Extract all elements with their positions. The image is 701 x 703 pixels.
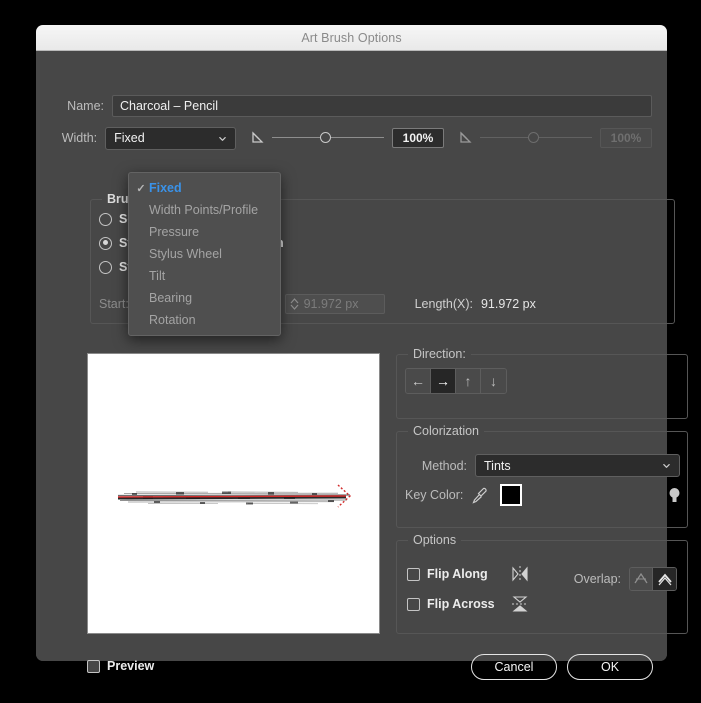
arrow-up-icon: ↑ <box>464 373 472 389</box>
width-min-slider[interactable] <box>272 131 384 145</box>
start-label: Start: <box>99 297 129 311</box>
direction-title: Direction: <box>408 347 471 361</box>
colorization-method-select[interactable]: Tints <box>475 454 680 477</box>
overlap-row: Overlap: <box>574 567 677 591</box>
preview-label: Preview <box>107 659 155 673</box>
end-stepper: 91.972 px <box>284 294 385 314</box>
direction-buttons: ← → ↑ ↓ <box>405 368 507 394</box>
menu-item-label: Bearing <box>149 291 193 305</box>
menu-item-width-points-profile[interactable]: Width Points/Profile <box>129 199 280 221</box>
direction-left-button[interactable]: ← <box>406 369 431 393</box>
overlap-no-adjust-button[interactable] <box>630 568 653 590</box>
flip-along-icon <box>512 566 528 582</box>
overlap-buttons <box>629 567 677 591</box>
checkmark-icon: ✓ <box>136 182 146 195</box>
lightbulb-tip-icon[interactable] <box>668 486 681 505</box>
stepper-arrows-icon <box>290 298 299 310</box>
length-label: Length(X): <box>414 297 473 311</box>
direction-right-button[interactable]: → <box>431 369 456 393</box>
width-min-value[interactable]: 100% <box>392 128 444 148</box>
width-label: Width: <box>61 131 98 145</box>
menu-item-label: Rotation <box>149 313 196 327</box>
arrow-left-icon: ← <box>411 373 425 389</box>
method-label: Method: <box>421 458 467 473</box>
name-row: Name: <box>52 95 652 117</box>
flip-along-row[interactable]: Flip Along <box>407 565 531 583</box>
colorization-title: Colorization <box>408 424 485 438</box>
dialog-titlebar: Art Brush Options <box>36 25 667 51</box>
stylus-max-icon <box>460 130 472 143</box>
options-group: Options Flip Along Flip Across Overlap: <box>396 533 688 634</box>
slider-knob[interactable] <box>320 132 331 143</box>
key-color-row: Key Color: <box>405 484 681 506</box>
slider-knob <box>528 132 539 143</box>
menu-item-tilt[interactable]: Tilt <box>129 265 280 287</box>
menu-item-bearing[interactable]: Bearing <box>129 287 280 309</box>
length-value: 91.972 px <box>480 297 536 311</box>
flip-along-label: Flip Along <box>427 567 488 581</box>
dialog-footer-buttons: Cancel OK <box>471 654 653 680</box>
width-type-dropdown-menu: ✓ Fixed Width Points/Profile Pressure St… <box>128 172 281 336</box>
overlap-flat-icon <box>634 572 648 584</box>
menu-item-pressure[interactable]: Pressure <box>129 221 280 243</box>
width-type-value: Fixed <box>114 131 145 145</box>
chevron-down-icon <box>663 464 670 468</box>
options-title: Options <box>408 533 462 547</box>
width-row: Width: Fixed 100% 100% <box>52 126 652 150</box>
stylus-min-icon <box>252 130 264 143</box>
flip-controls: Flip Along Flip Across <box>407 565 531 625</box>
method-value: Tints <box>484 458 511 473</box>
menu-item-fixed[interactable]: ✓ Fixed <box>129 177 280 199</box>
dialog-body: Name: Width: Fixed <box>36 51 688 680</box>
key-color-label: Key Color: <box>405 488 464 502</box>
width-type-select[interactable]: Fixed <box>105 126 236 150</box>
overlap-label: Overlap: <box>573 572 621 586</box>
menu-item-label: Tilt <box>149 269 166 283</box>
menu-item-label: Width Points/Profile <box>149 203 259 217</box>
menu-item-label: Pressure <box>149 225 200 239</box>
arrow-right-icon: → <box>436 373 450 389</box>
key-color-swatch[interactable] <box>500 484 523 506</box>
overlap-chevron-icon <box>657 573 672 586</box>
brush-preview-art <box>117 484 352 508</box>
radio-indicator[interactable] <box>99 260 112 274</box>
radio-indicator[interactable] <box>99 212 112 226</box>
art-brush-options-dialog: Art Brush Options Name: Width: Fixed <box>36 25 688 680</box>
end-value: 91.972 px <box>303 297 359 311</box>
preview-row[interactable]: Preview <box>87 659 154 673</box>
flip-across-row[interactable]: Flip Across <box>407 595 531 613</box>
dialog-title: Art Brush Options <box>301 30 402 45</box>
preview-checkbox[interactable] <box>87 659 100 673</box>
flip-along-checkbox[interactable] <box>407 567 420 581</box>
name-label: Name: <box>67 99 104 113</box>
direction-up-button[interactable]: ↑ <box>456 369 481 393</box>
width-min-slider-group: 100% <box>250 128 444 148</box>
cancel-button[interactable]: Cancel <box>471 654 557 680</box>
menu-item-label: Fixed <box>149 181 182 195</box>
flip-across-icon <box>512 596 528 612</box>
width-max-slider <box>480 131 592 145</box>
flip-across-label: Flip Across <box>427 597 495 611</box>
direction-group: Direction: ← → ↑ ↓ <box>396 347 688 419</box>
brush-name-input[interactable] <box>112 95 652 117</box>
direction-down-button[interactable]: ↓ <box>481 369 506 393</box>
menu-item-rotation[interactable]: Rotation <box>129 309 280 331</box>
menu-item-stylus-wheel[interactable]: Stylus Wheel <box>129 243 280 265</box>
width-max-slider-group: 100% <box>458 128 652 148</box>
method-row: Method: Tints <box>405 454 680 477</box>
overlap-adjust-button[interactable] <box>653 568 676 590</box>
arrow-down-icon: ↓ <box>490 373 497 389</box>
colorization-group: Colorization Method: Tints Key Color: <box>396 424 688 528</box>
flip-across-checkbox[interactable] <box>407 597 420 611</box>
chevron-down-icon <box>219 136 226 141</box>
width-max-value: 100% <box>600 128 652 148</box>
ok-button[interactable]: OK <box>567 654 653 680</box>
radio-indicator[interactable] <box>99 236 112 250</box>
eyedropper-icon[interactable] <box>471 486 488 505</box>
brush-preview-canvas <box>87 353 380 634</box>
menu-item-label: Stylus Wheel <box>149 247 222 261</box>
